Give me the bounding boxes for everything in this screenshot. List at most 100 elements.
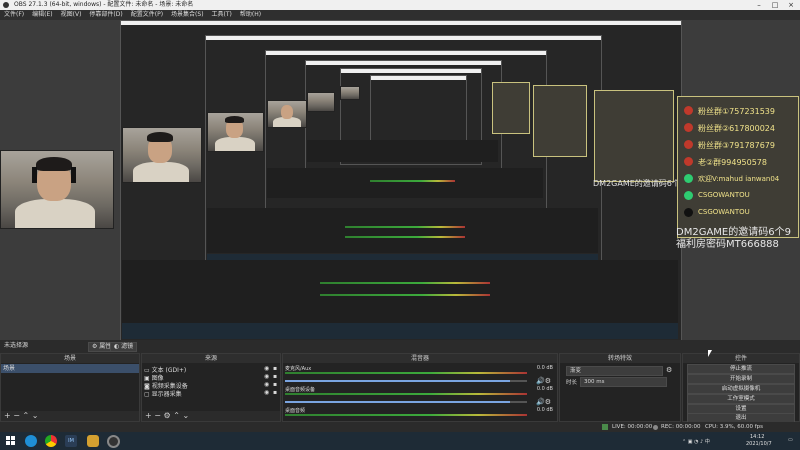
rec-timer: REC: 00:00:00 xyxy=(661,424,701,430)
windows-taskbar: IM ⌃ ▣ ◔ ♪ 中 14:12 2021/10/7 ▭ xyxy=(0,432,800,450)
scenes-dock-title: 场景 xyxy=(1,354,139,363)
mixer-channel-name: 桌面音频设备 xyxy=(285,387,316,393)
menu-help[interactable]: 帮助(H) xyxy=(236,10,265,20)
avatar-icon xyxy=(684,123,693,132)
status-bar: LIVE: 00:00:00 REC: 00:00:00 CPU: 3.9%, … xyxy=(0,422,800,432)
filters-button[interactable]: ◐ 滤镜 xyxy=(110,342,138,352)
add-scene-button[interactable]: + xyxy=(4,411,11,420)
volume-slider[interactable] xyxy=(285,380,527,382)
webcam-feed-nested-1 xyxy=(122,127,202,183)
minimize-button[interactable]: – xyxy=(752,0,766,10)
transitions-dock: 转场特效 渐变 ⚙ 时长 300 ms xyxy=(559,353,681,422)
remove-source-button[interactable]: − xyxy=(154,411,161,420)
title-bar: OBS 27.1.3 (64-bit, windows) - 配置文件: 未命名… xyxy=(0,0,800,10)
overlay-line: CSGOWANTOU xyxy=(698,208,750,216)
menu-tools[interactable]: 工具(T) xyxy=(208,10,236,20)
promo-line-2: 福利房密码MT666888 xyxy=(676,239,779,250)
obs-logo-icon xyxy=(3,2,9,8)
webcam-feed xyxy=(0,150,114,229)
wechat-icon xyxy=(684,174,693,183)
mixer-channel-name: 麦克风/Aux xyxy=(285,366,312,372)
add-source-button[interactable]: + xyxy=(145,411,152,420)
move-up-icon[interactable]: ⌃ xyxy=(23,411,30,420)
menu-docks[interactable]: 停靠部件(D) xyxy=(85,10,126,20)
move-down-icon[interactable]: ⌄ xyxy=(32,411,39,420)
chat-overlay-nested-3 xyxy=(492,82,530,134)
nested-docks-1 xyxy=(122,260,678,325)
audio-mixer-dock: 混音器 麦克风/Aux 0.0 dB 🔊⚙ 桌面音频设备 0.0 dB 🔊⚙ 桌… xyxy=(282,353,558,422)
menu-view[interactable]: 视图(V) xyxy=(57,10,86,20)
visibility-icon[interactable]: ◉ ◉ ◉ ◉ xyxy=(264,365,269,397)
move-down-icon[interactable]: ⌄ xyxy=(182,411,189,420)
duration-label: 时长 xyxy=(566,380,578,386)
app-icon[interactable]: IM xyxy=(65,435,77,447)
controls-dock-title: 控件 xyxy=(683,354,799,363)
record-icon xyxy=(653,425,658,430)
level-meter xyxy=(285,372,527,374)
overlay-line: 粉丝群①757231539 xyxy=(698,107,775,116)
webcam-feed-nested-5 xyxy=(340,86,360,100)
menu-file[interactable]: 文件(F) xyxy=(0,10,28,20)
window-title: OBS 27.1.3 (64-bit, windows) - 配置文件: 未命名… xyxy=(14,1,194,8)
system-tray-icons[interactable]: ⌃ ▣ ◔ ♪ 中 xyxy=(682,438,710,445)
mouse-cursor-icon xyxy=(708,350,712,357)
controls-dock: 控件 停止推流 开始录制 启动虚拟摄像机 工作室模式 设置 退出 xyxy=(682,353,800,423)
taskbar-clock-time[interactable]: 14:12 xyxy=(750,434,764,440)
start-virtual-camera-button[interactable]: 启动虚拟摄像机 xyxy=(687,384,795,394)
obs-taskbar-icon[interactable] xyxy=(107,435,120,448)
overlay-line: CSGOWANTOU xyxy=(698,191,750,199)
scene-item[interactable]: 场景 xyxy=(1,364,139,373)
level-meter xyxy=(285,414,527,416)
lock-icon[interactable]: ▪ ▪ ▪ ▪ xyxy=(273,365,277,397)
edge-browser-icon[interactable] xyxy=(25,435,37,447)
source-toolbar: 未选择源 ⚙ 属性 ◐ 滤镜 xyxy=(0,340,800,352)
chat-overlay: 粉丝群①757231539 粉丝群②617800024 粉丝群③79178767… xyxy=(677,96,799,238)
overlay-line: 粉丝群②617800024 xyxy=(698,124,775,133)
sources-dock-title: 来源 xyxy=(142,354,280,363)
close-button[interactable]: × xyxy=(784,0,798,10)
chat-overlay-nested-1 xyxy=(594,90,674,182)
no-source-selected-label: 未选择源 xyxy=(4,342,29,349)
avatar-icon xyxy=(684,140,693,149)
mixer-channel-db: 0.0 dB xyxy=(536,407,553,413)
sources-dock: 来源 ▭ 文本 (GDI+) ▣ 图像 ◙ 视频采集设备 ▢ 显示器采集 ◉ ◉ ◉… xyxy=(141,353,281,422)
windows-start-icon[interactable] xyxy=(5,435,17,447)
nested-docks-4 xyxy=(307,140,498,162)
promo-text-nested: DM2GAME的邀请码6个9 xyxy=(593,179,685,188)
chrome-icon[interactable] xyxy=(45,435,57,447)
overlay-line: 老②群994950578 xyxy=(698,158,767,167)
maximize-button[interactable]: □ xyxy=(768,0,782,10)
stop-streaming-button[interactable]: 停止推流 xyxy=(687,364,795,374)
mixer-dock-title: 混音器 xyxy=(283,354,557,363)
gear-icon[interactable]: ⚙ xyxy=(164,411,171,420)
transition-settings-icon[interactable]: ⚙ xyxy=(666,366,672,374)
preview-canvas[interactable]: DM2GAME的邀请码6个9 粉丝群①757231539 粉丝群②6178000… xyxy=(0,20,800,340)
start-recording-button[interactable]: 开始录制 xyxy=(687,374,795,384)
nested-docks-2 xyxy=(207,208,598,253)
transition-select[interactable]: 渐变 xyxy=(566,366,663,376)
mixer-channel-db: 0.0 dB xyxy=(536,365,553,371)
webcam-feed-nested-3 xyxy=(267,100,307,128)
volume-slider[interactable] xyxy=(285,401,527,403)
notification-icon[interactable]: ▭ xyxy=(788,437,793,443)
remove-scene-button[interactable]: − xyxy=(13,411,20,420)
studio-mode-button[interactable]: 工作室模式 xyxy=(687,394,795,404)
menu-scene-collection[interactable]: 场景集合(S) xyxy=(167,10,208,20)
menu-bar: 文件(F) 编辑(E) 视图(V) 停靠部件(D) 配置文件(P) 场景集合(S) 工具(T… xyxy=(0,10,800,20)
avatar-icon xyxy=(684,106,693,115)
taskbar-clock-date[interactable]: 2021/10/7 xyxy=(746,441,772,447)
speaker-icon[interactable]: 🔊⚙ xyxy=(536,377,551,385)
overlay-line: 粉丝群③791787679 xyxy=(698,141,775,150)
app-icon[interactable] xyxy=(87,435,99,447)
cpu-usage: CPU: 3.9%, 60.00 fps xyxy=(705,424,764,430)
transitions-dock-title: 转场特效 xyxy=(560,354,680,363)
menu-profile[interactable]: 配置文件(P) xyxy=(127,10,167,20)
menu-edit[interactable]: 编辑(E) xyxy=(28,10,56,20)
mixer-channel-db: 0.0 dB xyxy=(536,386,553,392)
scenes-dock-toolbar: + − ⌃ ⌄ xyxy=(1,411,139,421)
duration-input[interactable]: 300 ms xyxy=(580,377,667,387)
speaker-icon[interactable]: 🔊⚙ xyxy=(536,398,551,406)
source-item[interactable]: ▢ 显示器采集 xyxy=(144,389,182,398)
tiktok-icon xyxy=(684,208,693,217)
move-up-icon[interactable]: ⌃ xyxy=(173,411,180,420)
